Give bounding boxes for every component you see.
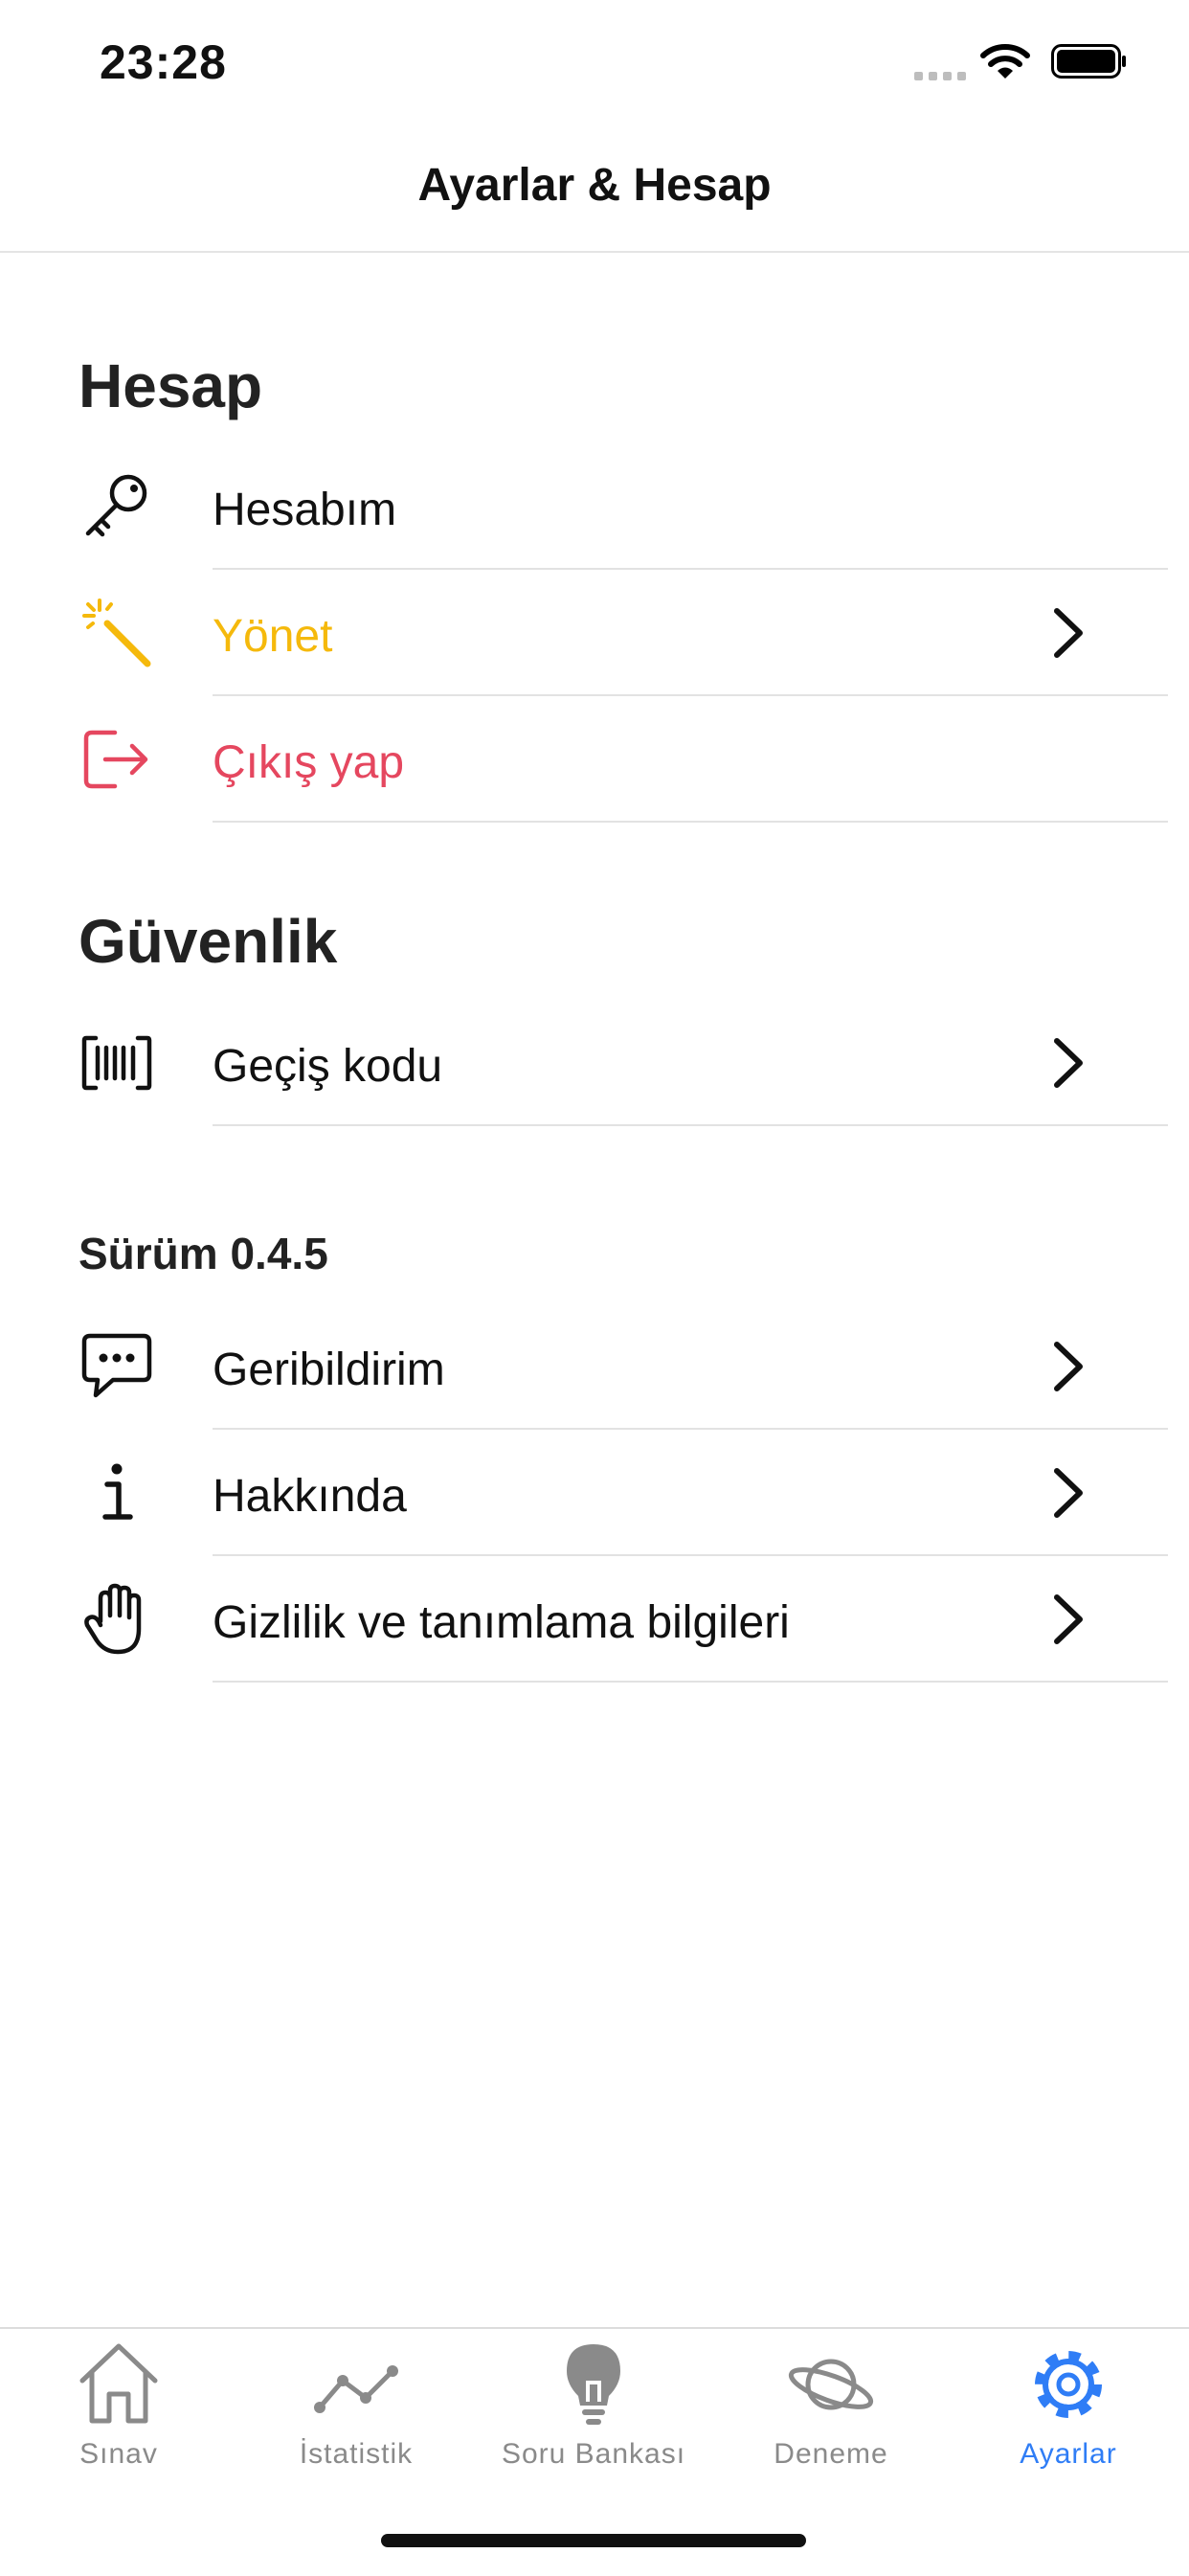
- row-label-geribildirim: Geribildirim: [213, 1344, 445, 1395]
- row-label-gizlilik: Gizlilik ve tanımlama bilgileri: [213, 1597, 790, 1648]
- navigation-bar: Ayarlar & Hesap: [0, 128, 1189, 253]
- divider: [213, 821, 1168, 823]
- section-header-guvenlik: Güvenlik: [79, 907, 338, 976]
- sign-out-icon: [79, 721, 155, 798]
- row-geribildirim[interactable]: Geribildirim: [0, 1303, 1189, 1430]
- tab-label-istatistik: İstatistik: [299, 2438, 414, 2470]
- chevron-right-icon: [1054, 608, 1083, 658]
- row-cikis-yap[interactable]: Çıkış yap: [0, 696, 1189, 823]
- wifi-icon: [980, 44, 1030, 79]
- tab-label-deneme: Deneme: [774, 2438, 888, 2470]
- planet-icon: [788, 2359, 874, 2410]
- divider: [213, 1124, 1168, 1126]
- row-label-yonet: Yönet: [213, 611, 333, 662]
- row-hesabim[interactable]: Hesabım: [0, 443, 1189, 570]
- section-header-hesap: Hesap: [79, 351, 263, 420]
- tab-soru-bankasi[interactable]: Soru Bankası: [475, 2339, 712, 2482]
- tab-istatistik[interactable]: İstatistik: [237, 2339, 475, 2482]
- row-label-hesabim: Hesabım: [213, 485, 397, 535]
- section-header-surum: Sürüm 0.4.5: [79, 1229, 328, 1278]
- row-hakkinda[interactable]: Hakkında: [0, 1430, 1189, 1556]
- home-indicator[interactable]: [381, 2534, 806, 2547]
- row-label-cikis-yap: Çıkış yap: [213, 737, 405, 788]
- chevron-right-icon: [1054, 1594, 1083, 1644]
- magic-wand-icon: [79, 595, 155, 671]
- info-icon: [79, 1455, 155, 1531]
- gear-icon: [1035, 2351, 1102, 2418]
- cellular-signal-icon: [914, 72, 966, 80]
- row-label-hakkinda: Hakkında: [213, 1471, 407, 1522]
- divider: [213, 1681, 1168, 1683]
- chevron-right-icon: [1054, 1342, 1083, 1391]
- tab-ayarlar[interactable]: Ayarlar: [950, 2339, 1187, 2482]
- battery-icon: [1051, 44, 1126, 79]
- page-title: Ayarlar & Hesap: [417, 160, 772, 211]
- key-icon: [79, 468, 155, 545]
- tab-sinav[interactable]: Sınav: [0, 2339, 237, 2482]
- tab-deneme[interactable]: Deneme: [712, 2339, 950, 2482]
- barcode-icon: [79, 1025, 155, 1101]
- lightbulb-icon: [567, 2344, 620, 2425]
- status-time: 23:28: [100, 35, 227, 89]
- chat-icon: [79, 1328, 155, 1405]
- chart-icon: [314, 2365, 398, 2413]
- row-gecis-kodu[interactable]: Geçiş kodu: [0, 1000, 1189, 1126]
- chevron-right-icon: [1054, 1038, 1083, 1088]
- home-icon: [79, 2343, 158, 2424]
- tab-label-sinav: Sınav: [79, 2438, 158, 2470]
- row-label-gecis-kodu: Geçiş kodu: [213, 1041, 443, 1092]
- tab-label-ayarlar: Ayarlar: [1020, 2438, 1117, 2470]
- row-yonet[interactable]: Yönet: [0, 570, 1189, 696]
- status-bar: 23:28: [0, 0, 1189, 128]
- chevron-right-icon: [1054, 1468, 1083, 1518]
- hand-icon: [79, 1581, 155, 1658]
- row-gizlilik[interactable]: Gizlilik ve tanımlama bilgileri: [0, 1556, 1189, 1683]
- tab-label-soru-bankasi: Soru Bankası: [501, 2438, 686, 2470]
